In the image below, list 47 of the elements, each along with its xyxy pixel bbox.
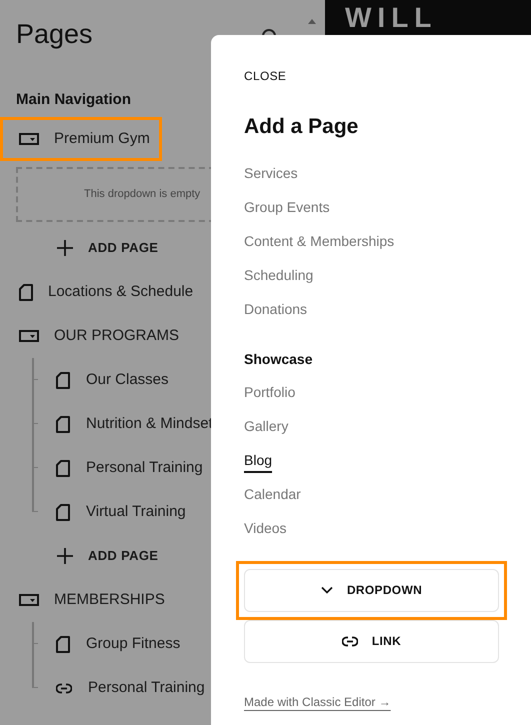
panel-title: Pages: [16, 18, 93, 51]
page-icon: [56, 372, 70, 388]
page-type-option[interactable]: Videos: [244, 512, 287, 546]
nav-item[interactable]: Locations & Schedule: [0, 270, 206, 314]
page-type-option[interactable]: Donations: [244, 292, 308, 326]
page-type-option[interactable]: Content & Memberships: [244, 224, 394, 258]
section-heading: Showcase: [244, 350, 314, 368]
page-type-option[interactable]: Scheduling: [244, 258, 314, 292]
link-button[interactable]: LINK: [244, 620, 499, 662]
nav-item[interactable]: Group Fitness: [86, 632, 180, 656]
nav-item[interactable]: OUR PROGRAMS: [0, 314, 192, 358]
nav-item[interactable]: Nutrition & Mindset: [86, 412, 213, 436]
nav-item[interactable]: Virtual Training: [86, 500, 186, 524]
nav-item[interactable]: Our Classes: [86, 368, 169, 392]
hero-heading: WILL: [345, 2, 438, 34]
dropdown-icon: [19, 594, 39, 606]
page-icon: [56, 416, 70, 432]
nav-item[interactable]: MEMBERSHIPS: [0, 578, 177, 622]
page-type-option[interactable]: Gallery: [244, 410, 288, 444]
nav-item[interactable]: Premium Gym: [0, 117, 162, 161]
empty-message: This dropdown is empty: [84, 187, 200, 202]
close-button[interactable]: CLOSE: [244, 67, 286, 85]
dropdown-icon: [19, 330, 39, 342]
link-icon: [56, 682, 72, 694]
dropdown-button[interactable]: DROPDOWN: [244, 568, 499, 612]
nav-item[interactable]: Personal Training: [88, 676, 205, 700]
page-icon: [56, 636, 70, 652]
classic-editor-link[interactable]: Made with Classic Editor →: [244, 692, 391, 710]
page-type-option[interactable]: Services: [244, 156, 298, 190]
scroll-up-icon[interactable]: [308, 18, 316, 24]
add-page-link[interactable]: ADD PAGE: [88, 546, 158, 566]
page-type-option[interactable]: Group Events: [244, 190, 330, 224]
nav-item[interactable]: Personal Training: [86, 456, 203, 480]
dialog-title: Add a Page: [244, 114, 360, 140]
plus-icon: [56, 239, 74, 257]
page-type-option[interactable]: Blog: [244, 444, 272, 478]
link-icon: [342, 636, 358, 646]
page-icon: [19, 284, 33, 300]
dropdown-icon: [19, 133, 39, 145]
page-type-option[interactable]: Calendar: [244, 478, 301, 512]
plus-icon: [56, 547, 74, 565]
chevron-down-icon: [320, 586, 333, 594]
add-page-link[interactable]: ADD PAGE: [88, 238, 158, 258]
section-heading: Main Navigation: [15, 90, 132, 110]
page-icon: [56, 504, 70, 520]
page-type-option[interactable]: Portfolio: [244, 376, 296, 410]
page-icon: [56, 460, 70, 476]
